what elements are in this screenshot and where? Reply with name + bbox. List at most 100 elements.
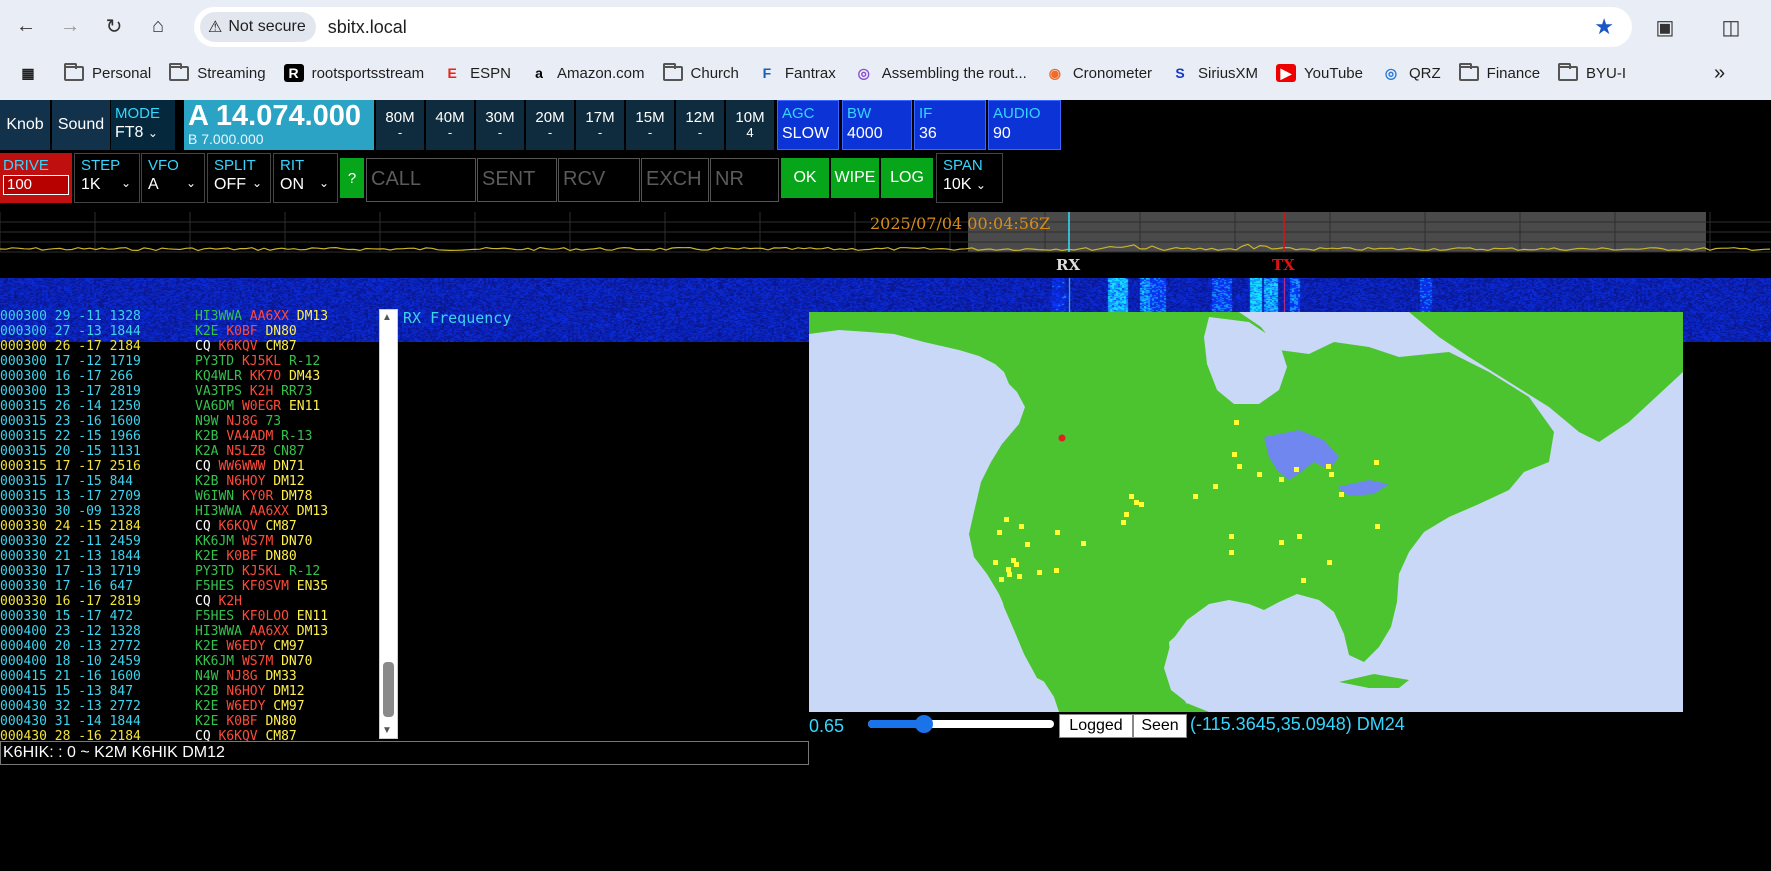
station-spot[interactable] — [1326, 464, 1331, 469]
station-spot[interactable] — [1007, 572, 1012, 577]
station-spot[interactable] — [1025, 542, 1030, 547]
decode-row[interactable]: 000415 21 -16 1600 N4W NJ8G DM33 — [0, 669, 378, 684]
station-spot[interactable] — [993, 560, 998, 565]
station-spot[interactable] — [1019, 524, 1024, 529]
station-spot[interactable] — [1037, 570, 1042, 575]
home-location-marker[interactable] — [1058, 434, 1066, 442]
decode-row[interactable]: 000330 22 -11 2459 KK6JM WS7M DN70 — [0, 534, 378, 549]
station-spot[interactable] — [1339, 492, 1344, 497]
log-button[interactable]: LOG — [881, 158, 933, 198]
console-scrollbar[interactable]: ▲ ▼ — [379, 309, 398, 739]
station-spot[interactable] — [1294, 467, 1299, 472]
decode-row[interactable]: 000300 27 -13 1844 K2E K0BF DN80 — [0, 324, 378, 339]
scroll-thumb[interactable] — [383, 662, 394, 717]
station-spot[interactable] — [1054, 568, 1059, 573]
decode-row[interactable]: 000315 13 -17 2709 W6IWN KY0R DM78 — [0, 489, 378, 504]
station-spot[interactable] — [1234, 420, 1239, 425]
station-spot[interactable] — [1329, 472, 1334, 477]
decode-row[interactable]: 000330 30 -09 1328 HI3WWA AA6XX DM13 — [0, 504, 378, 519]
back-arrow-icon[interactable]: ← — [8, 8, 44, 44]
band-40m-button[interactable]: 40M - — [426, 100, 474, 150]
decode-row[interactable]: 000315 20 -15 1131 K2A N5LZB CN87 — [0, 444, 378, 459]
band-80m-button[interactable]: 80M - — [376, 100, 424, 150]
decode-row[interactable]: 000400 18 -10 2459 KK6JM WS7M DN70 — [0, 654, 378, 669]
station-spot[interactable] — [1279, 540, 1284, 545]
station-spot[interactable] — [1134, 500, 1139, 505]
band-12m-button[interactable]: 12M - — [676, 100, 724, 150]
decode-row[interactable]: 000300 16 -17 266 KQ4WLR KK7O DM43 — [0, 369, 378, 384]
zoom-slider[interactable] — [868, 715, 1054, 733]
seen-button[interactable]: Seen — [1133, 714, 1187, 738]
bookmark-finance[interactable]: Finance — [1458, 62, 1540, 82]
sent-field[interactable]: SENT — [477, 158, 557, 202]
bookmark-star-icon[interactable]: ★ — [1594, 14, 1614, 40]
decode-row[interactable]: 000300 26 -17 2184 CQ K6KQV CM87 — [0, 339, 378, 354]
span-select[interactable]: SPAN 10K ⌄ — [936, 153, 1003, 203]
decode-row[interactable]: 000315 17 -15 844 K2B N6HOY DM12 — [0, 474, 378, 489]
bookmark-youtube[interactable]: ▶ YouTube — [1276, 64, 1363, 82]
decode-row[interactable]: 000330 17 -13 1719 PY3TD KJ5KL R-12 — [0, 564, 378, 579]
more-bookmarks-icon[interactable]: » — [1714, 62, 1725, 85]
sound-button[interactable]: Sound — [52, 100, 110, 150]
zoom-slider-handle[interactable] — [914, 715, 933, 733]
ok-button[interactable]: OK — [781, 158, 829, 198]
audio-control[interactable]: AUDIO 90 — [988, 100, 1061, 150]
decode-row[interactable]: 000330 21 -13 1844 K2E K0BF DN80 — [0, 549, 378, 564]
scroll-down-arrow-icon[interactable]: ▼ — [382, 725, 392, 736]
drive-input[interactable]: 100 — [3, 175, 69, 195]
logged-button[interactable]: Logged — [1059, 714, 1133, 738]
step-select[interactable]: STEP 1K ⌄ — [74, 153, 140, 203]
decode-row[interactable]: 000300 17 -12 1719 PY3TD KJ5KL R-12 — [0, 354, 378, 369]
bookmark-assembling-the-rout[interactable]: ◎ Assembling the rout... — [854, 64, 1027, 82]
call-field[interactable]: CALL — [366, 158, 476, 202]
bookmark-siriusxm[interactable]: S SiriusXM — [1170, 64, 1258, 82]
station-spot[interactable] — [1232, 452, 1237, 457]
bookmark-espn[interactable]: E ESPN — [442, 64, 511, 82]
help-button[interactable]: ? — [340, 158, 364, 198]
map-display[interactable] — [809, 312, 1683, 712]
decode-row[interactable]: 000430 28 -16 2184 CQ K6KQV CM87 — [0, 729, 378, 741]
station-spot[interactable] — [1297, 534, 1302, 539]
decode-row[interactable]: 000315 22 -15 1966 K2B VA4ADM R-13 — [0, 429, 378, 444]
decode-row[interactable]: 000315 23 -16 1600 N9W NJ8G 73 — [0, 414, 378, 429]
split-select[interactable]: SPLIT OFF ⌄ — [207, 153, 271, 203]
bookmark-fantrax[interactable]: F Fantrax — [757, 64, 836, 82]
bookmark-qrz[interactable]: ◎ QRZ — [1381, 64, 1441, 82]
station-spot[interactable] — [1279, 477, 1284, 482]
rit-select[interactable]: RIT ON ⌄ — [273, 153, 338, 203]
band-30m-button[interactable]: 30M - — [476, 100, 524, 150]
forward-arrow-icon[interactable]: → — [52, 8, 88, 44]
decode-row[interactable]: 000330 15 -17 472 F5HES KF0LOO EN11 — [0, 609, 378, 624]
status-line[interactable]: K6HIK: : 0 ~ K2M K6HIK DM12 — [0, 741, 809, 765]
station-spot[interactable] — [997, 530, 1002, 535]
decode-row[interactable]: 000330 17 -16 647 F5HES KF0SVM EN35 — [0, 579, 378, 594]
band-17m-button[interactable]: 17M - — [576, 100, 624, 150]
apps-grid-icon[interactable]: ▦ — [18, 64, 46, 82]
station-spot[interactable] — [1193, 494, 1198, 499]
station-spot[interactable] — [1004, 517, 1009, 522]
band-15m-button[interactable]: 15M - — [626, 100, 674, 150]
station-spot[interactable] — [1139, 502, 1144, 507]
decode-row[interactable]: 000315 26 -14 1250 VA6DM W0EGR EN11 — [0, 399, 378, 414]
bookmark-church[interactable]: Church — [662, 62, 739, 82]
reload-icon[interactable]: ↻ — [96, 8, 132, 44]
station-spot[interactable] — [1055, 530, 1060, 535]
frequency-display[interactable]: A 14.074.000 B 7.000.000 — [184, 100, 374, 150]
station-spot[interactable] — [1374, 460, 1379, 465]
exch-field[interactable]: EXCH — [641, 158, 709, 202]
decode-row[interactable]: 000415 15 -13 847 K2B N6HOY DM12 — [0, 684, 378, 699]
decode-row[interactable]: 000430 32 -13 2772 K2E W6EDY CM97 — [0, 699, 378, 714]
station-spot[interactable] — [1229, 550, 1234, 555]
extensions-icon[interactable]: ▣ — [1650, 12, 1680, 42]
station-spot[interactable] — [1124, 512, 1129, 517]
station-spot[interactable] — [1229, 534, 1234, 539]
bandwidth-control[interactable]: BW 4000 — [842, 100, 912, 150]
station-spot[interactable] — [1129, 494, 1134, 499]
decode-row[interactable]: 000300 29 -11 1328 HI3WWA AA6XX DM13 — [0, 309, 378, 324]
address-bar[interactable]: ⚠ Not secure sbitx.local ★ — [194, 7, 1632, 47]
bookmark-byu-i[interactable]: BYU-I — [1558, 62, 1626, 82]
scroll-up-arrow-icon[interactable]: ▲ — [382, 312, 392, 323]
bookmark-personal[interactable]: Personal — [64, 62, 151, 82]
station-spot[interactable] — [999, 577, 1004, 582]
bookmark-amazon-com[interactable]: a Amazon.com — [529, 64, 644, 82]
